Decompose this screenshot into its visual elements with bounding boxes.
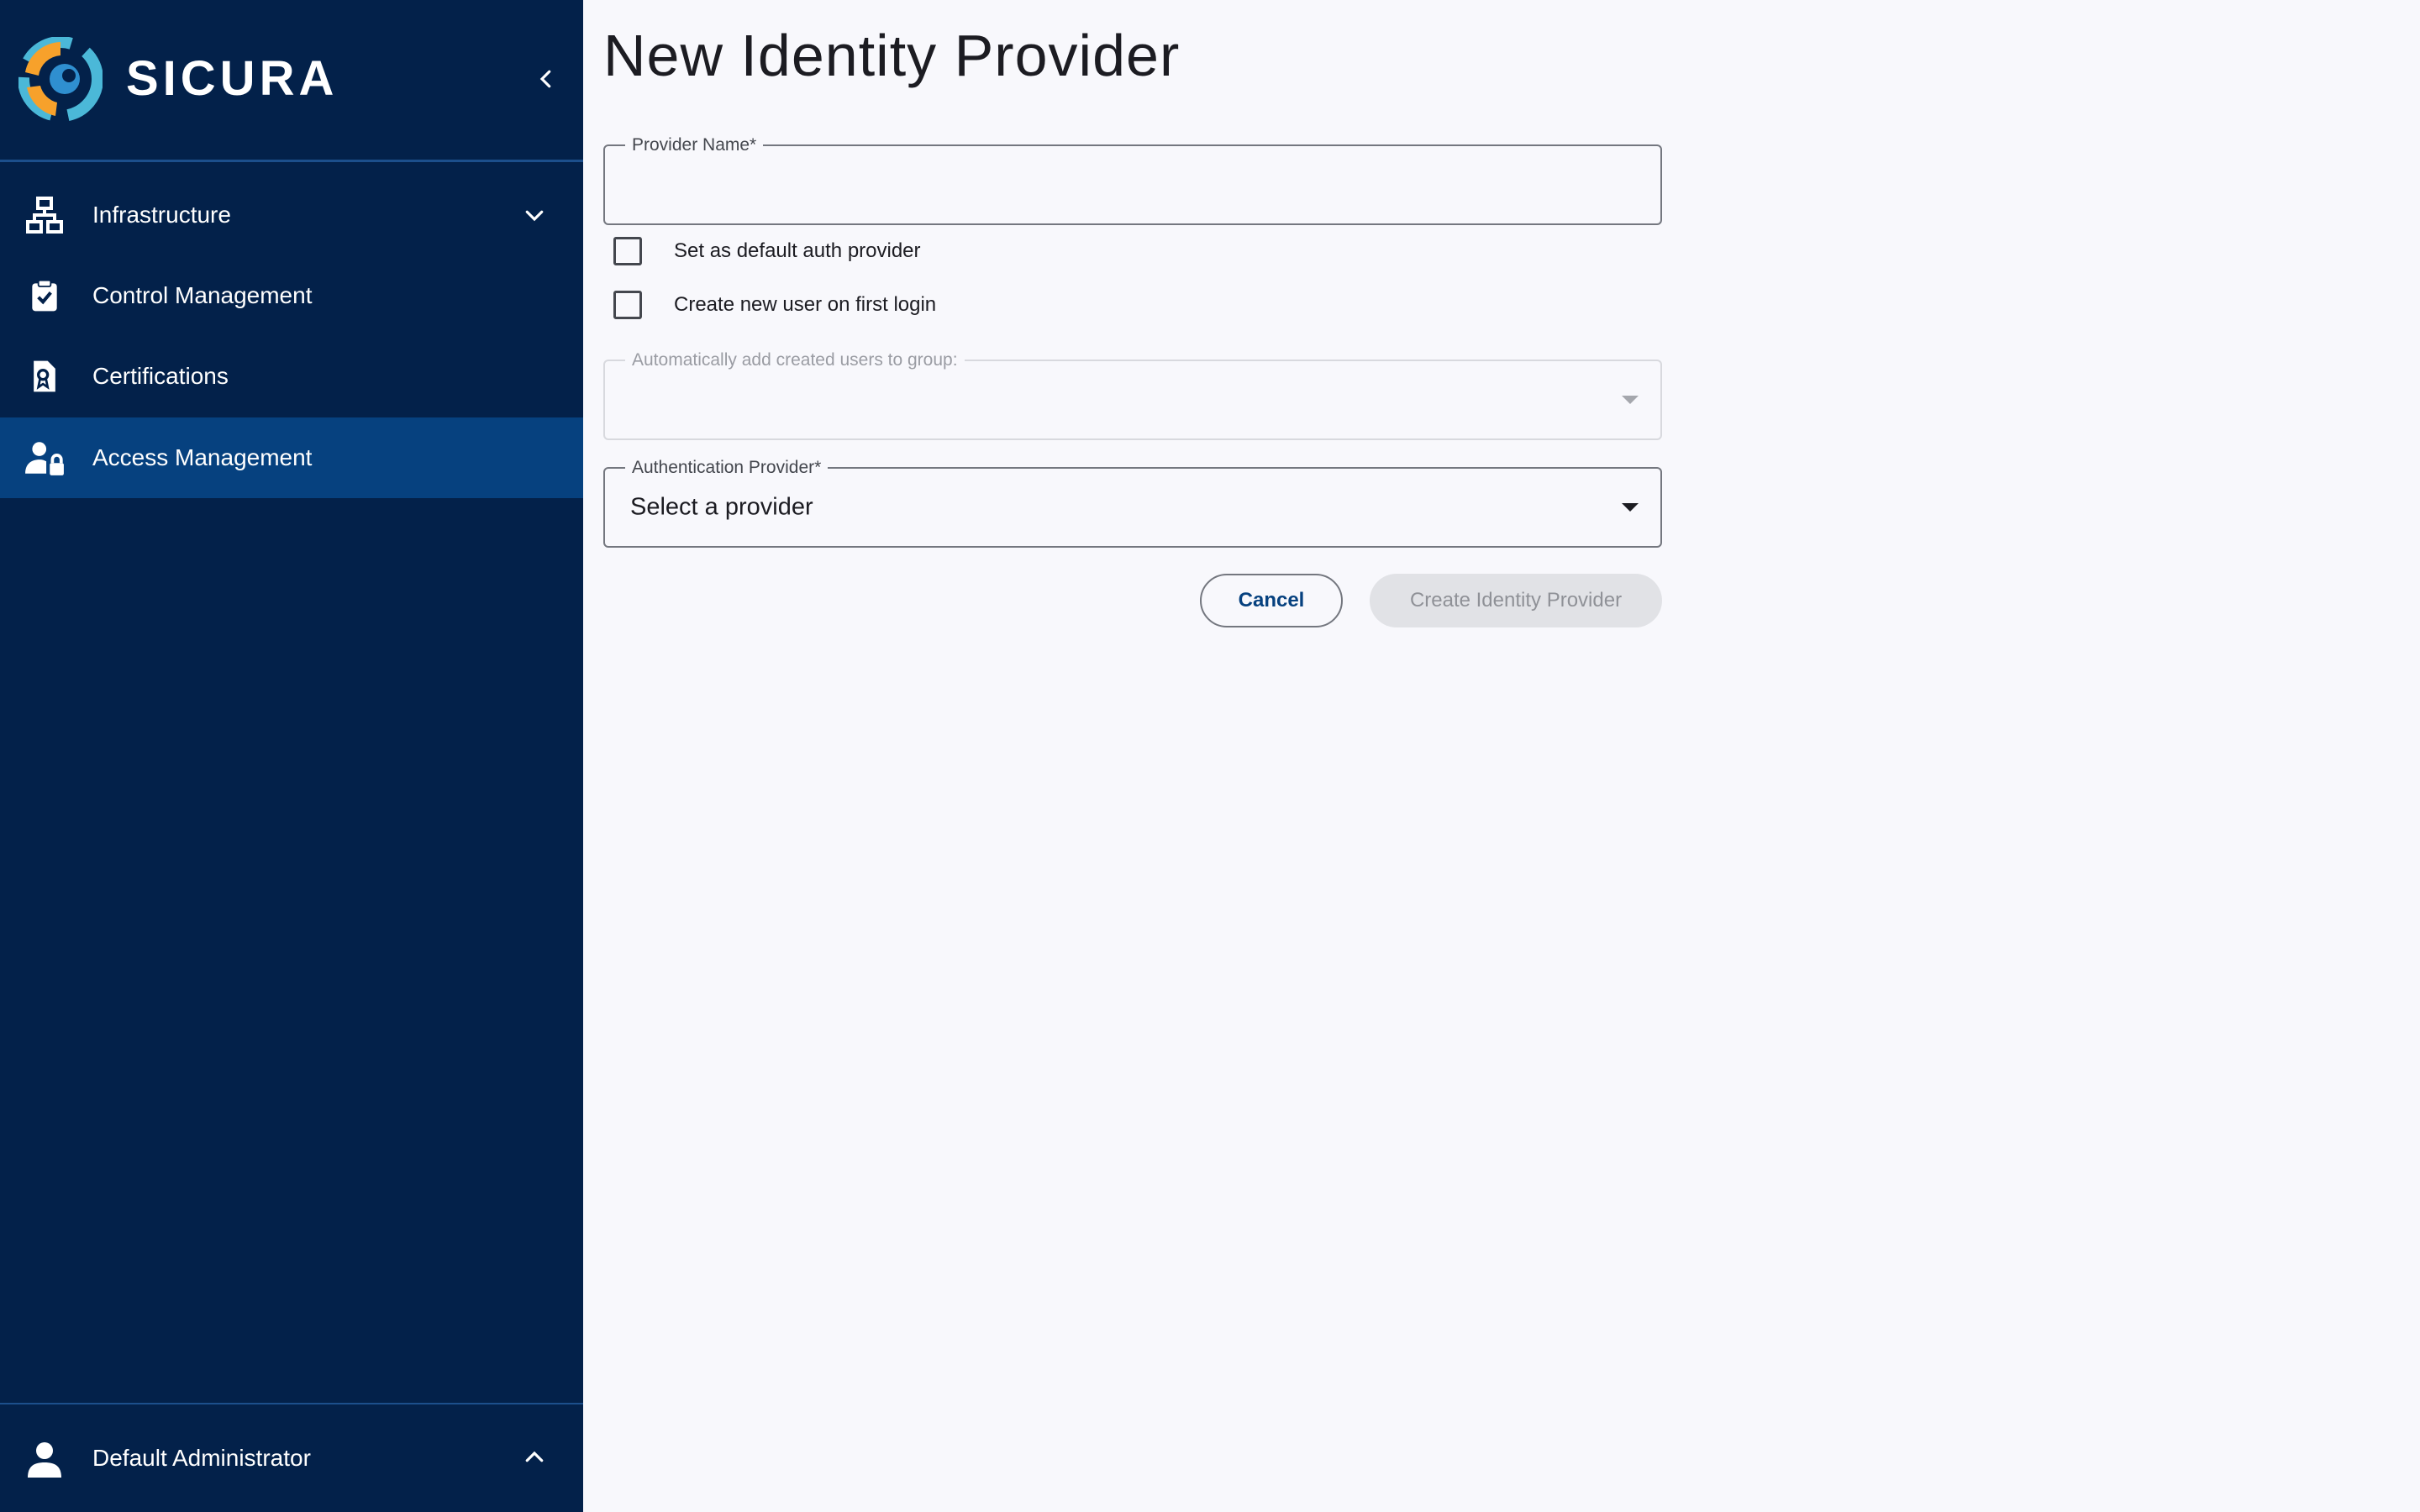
chevron-up-icon[interactable] (516, 1439, 553, 1476)
sidebar-item-infrastructure[interactable]: Infrastructure (0, 175, 583, 255)
sidebar-item-label: Access Management (92, 444, 313, 470)
sidebar-item-certifications[interactable]: Certifications (0, 336, 583, 417)
app-root: SICURA Infrastructure Control Management… (0, 0, 2420, 1512)
caret-down-icon[interactable] (1622, 503, 1639, 512)
brand-header: SICURA (0, 0, 583, 162)
sidebar-item-label: Infrastructure (92, 202, 231, 228)
brand-name: SICURA (126, 51, 339, 106)
chevron-down-icon[interactable] (516, 197, 553, 234)
page-title: New Identity Provider (603, 23, 1181, 88)
auth-provider-label: Authentication Provider* (625, 458, 829, 478)
default-auth-label: Set as default auth provider (674, 239, 921, 262)
user-name: Default Administrator (92, 1445, 311, 1471)
user-lock-icon (24, 437, 66, 479)
provider-name-label: Provider Name* (625, 135, 764, 155)
sicura-logo-icon (18, 37, 103, 121)
cancel-button[interactable]: Cancel (1200, 574, 1343, 627)
sidebar-item-control-management[interactable]: Control Management (0, 255, 583, 336)
clipboard-check-icon (24, 275, 66, 317)
user-menu[interactable]: Default Administrator (0, 1403, 583, 1512)
group-select-label: Automatically add created users to group… (625, 350, 965, 370)
create-identity-provider-button[interactable]: Create Identity Provider (1370, 574, 1662, 627)
network-icon (24, 194, 66, 236)
certificate-icon (24, 355, 66, 397)
create-user-label: Create new user on first login (674, 293, 937, 316)
chevron-left-icon (539, 70, 551, 88)
sidebar-item-label: Control Management (92, 282, 313, 308)
caret-down-icon (1622, 396, 1639, 404)
provider-name-input[interactable] (605, 146, 1660, 223)
create-user-checkbox-row[interactable]: Create new user on first login (613, 288, 936, 322)
sidebar: SICURA Infrastructure Control Management… (0, 0, 583, 1512)
provider-name-field[interactable]: Provider Name* (603, 135, 1662, 225)
default-auth-checkbox-row[interactable]: Set as default auth provider (613, 234, 921, 268)
collapse-sidebar-button[interactable] (528, 60, 565, 97)
sidebar-item-label: Certifications (92, 363, 229, 389)
group-select: Automatically add created users to group… (603, 350, 1662, 440)
user-icon (24, 1438, 66, 1480)
auth-provider-value: Select a provider (630, 493, 813, 521)
create-user-checkbox[interactable] (613, 291, 642, 319)
default-auth-checkbox[interactable] (613, 237, 642, 265)
auth-provider-select[interactable]: Authentication Provider* Select a provid… (603, 458, 1662, 548)
main-content: New Identity Provider Provider Name* Set… (583, 0, 2420, 1512)
sidebar-item-access-management[interactable]: Access Management (0, 417, 583, 498)
